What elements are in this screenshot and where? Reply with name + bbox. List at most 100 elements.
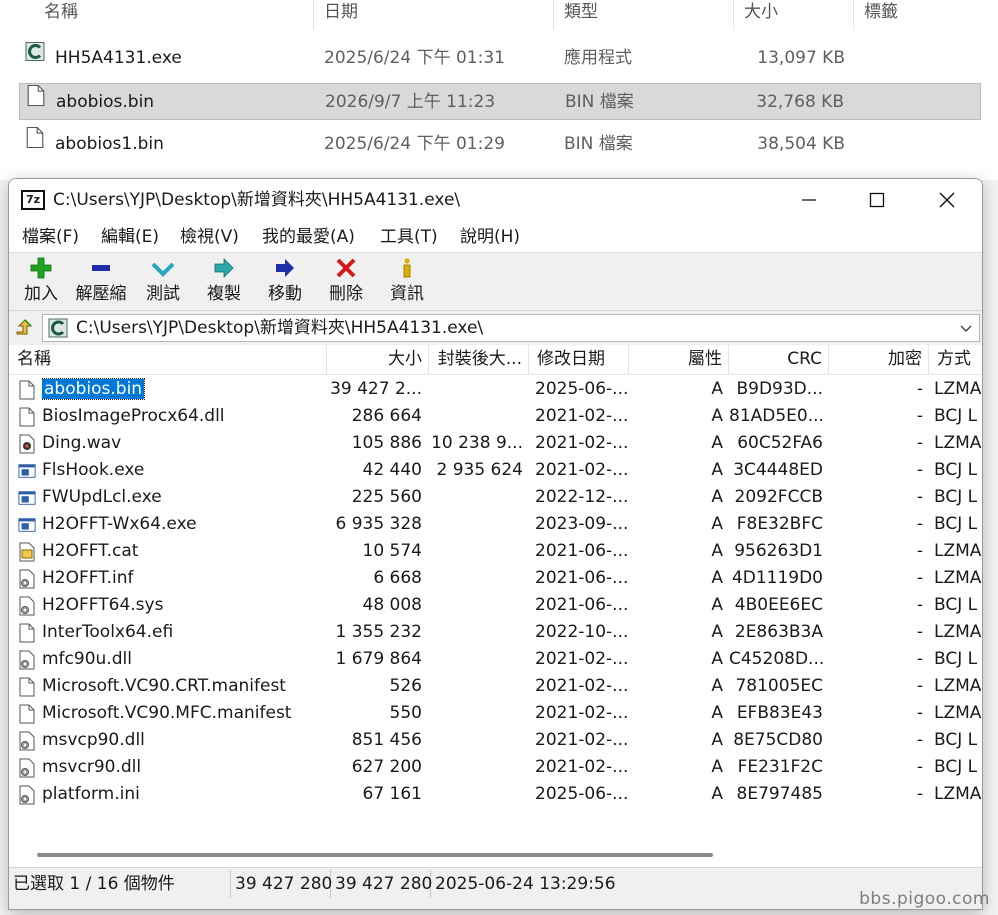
file-modified: 2022-10-... xyxy=(535,622,627,642)
file-size: 6 668 xyxy=(373,568,422,588)
explorer-file-type: BIN 檔案 xyxy=(564,134,633,154)
table-row[interactable]: Microsoft.VC90.CRT.manifest 526 2021-02-..… xyxy=(9,673,982,700)
folder-up-icon[interactable] xyxy=(15,318,35,338)
table-row[interactable]: Ding.wav 105 886 10 238 9... 2021-02-... A 60… xyxy=(9,430,982,457)
minimize-button[interactable] xyxy=(774,179,844,221)
scrollbar-thumb[interactable] xyxy=(37,853,713,857)
sevenzip-window: 7z C:\Users\YJP\Desktop\新增資料夾\HH5A4131.e… xyxy=(8,178,983,910)
file-encrypted: - xyxy=(916,487,923,507)
table-row[interactable]: platform.ini 67 161 2025-06-... A 8E797485 - L… xyxy=(9,781,982,808)
explorer-file-date: 2025/6/24 下午 01:31 xyxy=(324,48,505,68)
copy-button[interactable]: 複製 xyxy=(194,257,254,309)
info-button[interactable]: 資訊 xyxy=(377,257,437,309)
table-row[interactable]: FlsHook.exe 42 440 2 935 624 2021-02-... A 3C… xyxy=(9,457,982,484)
explorer-file-row[interactable]: abobios.bin 2026/9/7 上午 11:23 BIN 檔案 32,768… xyxy=(19,83,981,120)
file-size: 48 008 xyxy=(362,595,422,615)
close-button[interactable] xyxy=(912,179,982,221)
file-encrypted: - xyxy=(916,730,923,750)
table-row[interactable]: H2OFFT.inf 6 668 2021-06-... A 4D1119D0 - LZMA xyxy=(9,565,982,592)
file-method: LZMA xyxy=(934,676,982,696)
minus-icon xyxy=(92,265,110,271)
file-attributes: A xyxy=(711,460,723,480)
table-row[interactable]: H2OFFT64.sys 48 008 2021-06-... A 4B0EE6EC - B… xyxy=(9,592,982,619)
col-attributes[interactable]: 屬性 xyxy=(629,345,729,375)
plus-icon xyxy=(30,257,52,279)
test-button[interactable]: 測試 xyxy=(133,257,193,309)
table-row[interactable]: BiosImageProcx64.dll 286 664 2021-02-... A 8… xyxy=(9,403,982,430)
file-modified: 2021-02-... xyxy=(535,703,627,723)
explorer-file-name: abobios.bin xyxy=(56,92,155,112)
delete-button[interactable]: 刪除 xyxy=(316,257,376,309)
file-attributes: A xyxy=(711,541,723,561)
table-row[interactable]: Microsoft.VC90.MFC.manifest 550 2021-02-..… xyxy=(9,700,982,727)
explorer-col-date[interactable]: 日期 xyxy=(314,0,554,30)
menu-file[interactable]: 檔案(F) xyxy=(22,225,79,249)
file-encrypted: - xyxy=(916,406,923,426)
explorer-col-name[interactable]: 名稱 xyxy=(34,0,314,30)
explorer-file-name: abobios1.bin xyxy=(55,134,164,154)
file-icon xyxy=(18,704,36,724)
info-icon xyxy=(403,258,411,278)
minimize-icon xyxy=(802,199,816,201)
file-method: BCJ L xyxy=(934,514,978,534)
title-bar[interactable]: 7z C:\Users\YJP\Desktop\新增資料夾\HH5A4131.e… xyxy=(9,179,982,221)
menu-favorites[interactable]: 我的最愛(A) xyxy=(262,225,355,249)
file-size: 39 427 2... xyxy=(330,379,422,399)
status-modified: 2025-06-24 13:29:56 xyxy=(435,874,616,894)
maximize-button[interactable] xyxy=(842,179,912,221)
file-icon xyxy=(18,677,36,697)
col-size[interactable]: 大小 xyxy=(327,345,429,375)
delete-x-icon xyxy=(336,258,356,278)
move-button[interactable]: 移動 xyxy=(255,257,315,309)
col-packed-size[interactable]: 封裝後大... xyxy=(429,345,529,375)
file-encrypted: - xyxy=(916,568,923,588)
horizontal-scrollbar[interactable] xyxy=(9,845,982,867)
menu-edit[interactable]: 編輯(E) xyxy=(101,225,159,249)
chevron-down-icon[interactable] xyxy=(959,318,973,338)
explorer-file-name: HH5A4131.exe xyxy=(55,48,182,68)
file-attributes: A xyxy=(711,649,723,669)
menu-help[interactable]: 說明(H) xyxy=(460,225,520,249)
exe-icon xyxy=(18,515,36,535)
menu-tools[interactable]: 工具(T) xyxy=(380,225,438,249)
col-crc[interactable]: CRC xyxy=(729,345,829,375)
col-method[interactable]: 方式 xyxy=(929,345,982,375)
table-row[interactable]: InterToolx64.efi 1 355 232 2022-10-... A 2E8… xyxy=(9,619,982,646)
extract-button[interactable]: 解壓縮 xyxy=(71,257,131,309)
window-title: C:\Users\YJP\Desktop\新增資料夾\HH5A4131.exe\ xyxy=(53,190,461,210)
settings-file-icon xyxy=(18,596,36,616)
file-size: 67 161 xyxy=(362,784,422,804)
explorer-col-type[interactable]: 類型 xyxy=(554,0,734,30)
file-crc: 2E863B3A xyxy=(734,622,823,642)
file-name: BiosImageProcx64.dll xyxy=(42,406,225,426)
table-row[interactable]: H2OFFT.cat 10 574 2021-06-... A 956263D1 - LZM… xyxy=(9,538,982,565)
explorer-col-tags[interactable]: 標籤 xyxy=(854,0,998,30)
watermark: bbs.pigoo.com xyxy=(859,889,990,909)
file-encrypted: - xyxy=(916,541,923,561)
file-method: LZMA xyxy=(934,568,982,588)
table-row[interactable]: H2OFFT-Wx64.exe 6 935 328 2023-09-... A F8E3… xyxy=(9,511,982,538)
explorer-file-row[interactable]: abobios1.bin 2025/6/24 下午 01:29 BIN 檔案 38,5… xyxy=(19,126,981,163)
file-crc: 81AD5E0... xyxy=(729,406,823,426)
table-row[interactable]: FWUpdLcl.exe 225 560 2022-12-... A 2092FCCB -… xyxy=(9,484,982,511)
file-packed-size: 2 935 624 xyxy=(436,460,523,480)
col-name[interactable]: 名稱 xyxy=(9,345,327,375)
explorer-file-row[interactable]: HH5A4131.exe 2025/6/24 下午 01:31 應用程式 13,097… xyxy=(19,40,981,77)
menu-view[interactable]: 檢視(V) xyxy=(180,225,239,249)
col-encrypted[interactable]: 加密 xyxy=(829,345,929,375)
toolbar: 加入 解壓縮 測試 複製 移動 刪除 資訊 xyxy=(9,253,982,311)
file-modified: 2021-06-... xyxy=(535,541,627,561)
move-arrow-icon xyxy=(276,259,294,277)
path-combobox[interactable]: C:\Users\YJP\Desktop\新增資料夾\HH5A4131.exe\ xyxy=(42,314,980,342)
table-row[interactable]: mfc90u.dll 1 679 864 2021-02-... A C45208D..… xyxy=(9,646,982,673)
table-row[interactable]: msvcp90.dll 851 456 2021-02-... A 8E75CD80 - B… xyxy=(9,727,982,754)
explorer-col-size[interactable]: 大小 xyxy=(734,0,854,30)
settings-file-icon xyxy=(18,758,36,778)
sevenzip-logo-icon: 7z xyxy=(21,190,45,210)
add-label: 加入 xyxy=(24,284,58,304)
file-attributes: A xyxy=(711,514,723,534)
table-row[interactable]: msvcr90.dll 627 200 2021-02-... A FE231F2C - B… xyxy=(9,754,982,781)
add-button[interactable]: 加入 xyxy=(11,257,71,309)
col-modified[interactable]: 修改日期 xyxy=(529,345,629,375)
table-row[interactable]: abobios.bin 39 427 2... 2025-06-... A B9D93D… xyxy=(9,376,982,403)
